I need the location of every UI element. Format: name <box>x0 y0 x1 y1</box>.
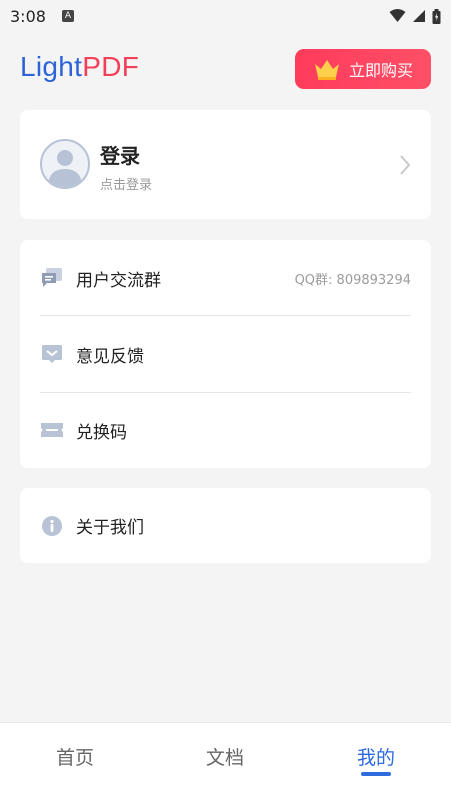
login-title: 登录 <box>100 144 140 168</box>
ticket-icon <box>40 418 64 442</box>
menu-item-feedback[interactable]: 意见反馈 <box>40 316 411 392</box>
status-bar: 3:08 A <box>0 0 451 32</box>
menu-item-label: 用户交流群 <box>76 270 161 291</box>
avatar <box>40 139 90 189</box>
lightpdf-logo: LightPDF <box>20 51 139 83</box>
menu-item-label: 兑换码 <box>76 422 127 443</box>
info-icon <box>40 514 64 538</box>
tab-home[interactable]: 首页 <box>0 743 150 770</box>
feedback-icon <box>40 342 64 366</box>
crown-icon <box>314 60 339 80</box>
buy-now-label: 立即购买 <box>348 61 413 80</box>
active-tab-indicator <box>361 772 391 776</box>
menu-card: 用户交流群 QQ群: 809893294 意见反馈 兑换码 <box>20 240 431 468</box>
tab-mine[interactable]: 我的 <box>301 743 451 770</box>
menu-item-label: 关于我们 <box>76 518 144 538</box>
chat-icon <box>40 266 64 290</box>
login-card[interactable]: 登录 点击登录 <box>20 110 431 219</box>
battery-icon <box>432 8 441 24</box>
user-avatar-icon <box>48 150 82 187</box>
signal-icon <box>413 10 425 22</box>
menu-item-about-us[interactable]: 关于我们 <box>40 488 411 563</box>
logo-light-text: Light <box>20 51 83 82</box>
tab-documents[interactable]: 文档 <box>150 743 300 770</box>
qq-group-number: QQ群: 809893294 <box>294 272 411 288</box>
wifi-icon <box>389 9 406 22</box>
bottom-nav: 首页 文档 我的 <box>0 722 451 801</box>
buy-now-button[interactable]: 立即购买 <box>295 49 431 89</box>
menu-item-label: 意见反馈 <box>76 346 144 367</box>
app-header: LightPDF 立即购买 <box>0 45 451 95</box>
chevron-right-icon <box>400 155 411 175</box>
notification-a-icon: A <box>61 10 74 22</box>
menu-item-user-group[interactable]: 用户交流群 QQ群: 809893294 <box>40 240 411 316</box>
about-card: 关于我们 <box>20 488 431 563</box>
menu-item-redeem-code[interactable]: 兑换码 <box>40 392 411 468</box>
status-time: 3:08 <box>10 6 46 26</box>
login-subtitle: 点击登录 <box>100 178 153 193</box>
status-icons <box>389 8 441 24</box>
logo-pdf-text: PDF <box>82 51 140 82</box>
